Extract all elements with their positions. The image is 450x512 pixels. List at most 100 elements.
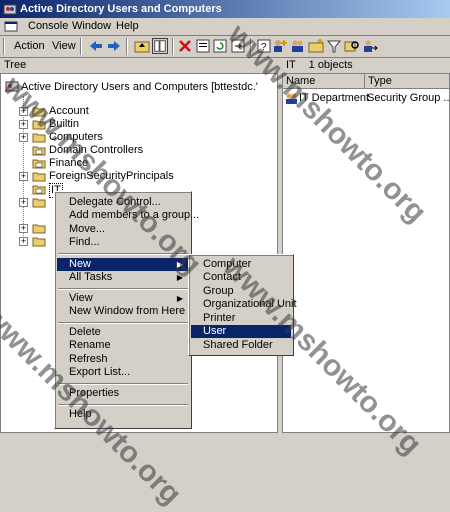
list-item[interactable]: IT Department Security Group ...	[285, 92, 449, 106]
toolbar-separator	[80, 38, 82, 55]
menu-new-window[interactable]: New Window from Here	[57, 305, 189, 318]
menu-separator	[58, 288, 188, 290]
submenu-user[interactable]: User	[191, 325, 291, 338]
container-name: IT	[286, 59, 296, 71]
submenu-computer[interactable]: Computer	[191, 258, 291, 271]
expand-icon[interactable]: +	[19, 237, 28, 246]
view-menu[interactable]: View	[52, 38, 76, 55]
tree-item-label: Domain Controllers	[49, 144, 144, 156]
menu-separator	[58, 253, 188, 255]
expand-icon[interactable]: +	[19, 172, 28, 181]
submenu-arrow-icon: ▶	[176, 273, 183, 282]
menu-view[interactable]: View ▶	[57, 292, 189, 305]
menu-properties[interactable]: Properties	[57, 387, 189, 400]
expand-icon[interactable]: +	[19, 107, 28, 116]
toolbar-separator	[250, 38, 252, 55]
menu-new[interactable]: New ▶	[57, 258, 189, 271]
properties-icon[interactable]	[195, 38, 211, 54]
menu-add-members[interactable]: Add members to a group...	[57, 209, 199, 222]
menu-separator	[58, 404, 188, 406]
find-icon[interactable]	[344, 38, 360, 54]
toolbar-separator	[172, 38, 174, 55]
expand-icon[interactable]: +	[19, 224, 28, 233]
toolbar: Action View ?	[0, 36, 450, 58]
security-group-icon	[286, 93, 297, 104]
item-name: IT Department	[299, 92, 370, 104]
back-arrow-icon[interactable]	[88, 38, 104, 54]
right-pane-header: IT 1 objects	[282, 58, 450, 73]
context-menu: Delegate Control... Add members to a gro…	[54, 191, 199, 429]
ad-root-icon	[5, 81, 19, 92]
console-icon	[4, 21, 18, 32]
menu-separator	[58, 383, 188, 385]
menu-view-label: View	[69, 292, 93, 304]
menu-all-tasks-label: All Tasks	[69, 271, 113, 283]
column-header-name[interactable]: Name	[283, 74, 365, 89]
folder-icon	[32, 198, 46, 208]
folder-icon	[32, 237, 46, 247]
forward-arrow-icon[interactable]	[106, 38, 122, 54]
menu-console[interactable]: Console	[28, 20, 68, 32]
add-to-group-icon[interactable]	[362, 38, 378, 54]
new-submenu: Computer Contact Group Organizational Un…	[188, 254, 297, 356]
up-level-icon[interactable]	[134, 38, 150, 54]
export-list-icon[interactable]	[230, 38, 246, 54]
tree-header: Tree	[4, 59, 27, 71]
menu-new-label: New	[69, 258, 92, 270]
filter-icon[interactable]	[326, 38, 342, 54]
refresh-icon[interactable]	[212, 38, 228, 54]
submenu-arrow-icon: ▶	[176, 260, 183, 269]
ou-folder-icon	[32, 185, 46, 195]
submenu-group[interactable]: Group	[191, 285, 291, 298]
tree-item-label: Builtin	[49, 118, 79, 130]
submenu-organizational-unit[interactable]: Organizational Unit	[191, 298, 297, 311]
expand-icon[interactable]: +	[19, 120, 28, 129]
action-menu[interactable]: Action	[14, 38, 45, 55]
menu-find[interactable]: Find...	[57, 236, 189, 249]
show-hide-tree-icon[interactable]	[152, 38, 168, 54]
menu-export-list[interactable]: Export List...	[57, 366, 189, 379]
folder-icon	[32, 172, 46, 182]
menu-help[interactable]: Help	[57, 408, 189, 421]
title-bar: Active Directory Users and Computers	[0, 0, 450, 18]
menu-window[interactable]: Window	[72, 20, 111, 32]
menu-move[interactable]: Move...	[57, 223, 189, 236]
expand-icon[interactable]: +	[19, 198, 28, 207]
help-icon[interactable]: ?	[256, 38, 272, 54]
submenu-contact[interactable]: Contact	[191, 271, 291, 284]
menu-delete[interactable]: Delete	[57, 326, 189, 339]
delete-icon[interactable]	[177, 38, 193, 54]
toolbar-separator	[126, 38, 128, 55]
tree-line	[23, 96, 24, 236]
menu-delegate-control[interactable]: Delegate Control...	[57, 196, 189, 209]
tree-item-label: ForeignSecurityPrincipals	[49, 170, 174, 182]
ad-users-computers-icon	[3, 4, 17, 15]
folder-icon	[32, 120, 46, 130]
ou-folder-icon	[32, 159, 46, 169]
new-group-icon[interactable]	[290, 38, 306, 54]
submenu-arrow-icon: ▶	[176, 294, 183, 303]
menu-separator	[58, 322, 188, 324]
menu-all-tasks[interactable]: All Tasks ▶	[57, 271, 189, 284]
menu-help[interactable]: Help	[116, 20, 139, 32]
ou-folder-icon	[32, 146, 46, 156]
expand-icon[interactable]: +	[19, 133, 28, 142]
svg-text:?: ?	[261, 42, 267, 53]
column-header-type[interactable]: Type	[365, 74, 449, 89]
new-user-icon[interactable]	[272, 38, 288, 54]
menu-bar: Console Window Help	[0, 18, 450, 36]
folder-icon	[32, 224, 46, 234]
menu-rename[interactable]: Rename	[57, 339, 189, 352]
new-ou-icon[interactable]	[308, 38, 324, 54]
folder-icon	[32, 107, 46, 117]
window-title: Active Directory Users and Computers	[20, 3, 222, 15]
item-type: Security Group ...	[367, 92, 450, 104]
details-pane[interactable]: Name Type IT Department Security Group .…	[282, 73, 450, 433]
menu-refresh[interactable]: Refresh	[57, 353, 189, 366]
folder-icon	[32, 133, 46, 143]
tree-item-label: Account	[49, 105, 89, 117]
submenu-shared-folder[interactable]: Shared Folder	[191, 339, 291, 352]
object-count: 1 objects	[308, 59, 353, 71]
tree-item-label: Finance	[49, 157, 89, 169]
submenu-printer[interactable]: Printer	[191, 312, 291, 325]
